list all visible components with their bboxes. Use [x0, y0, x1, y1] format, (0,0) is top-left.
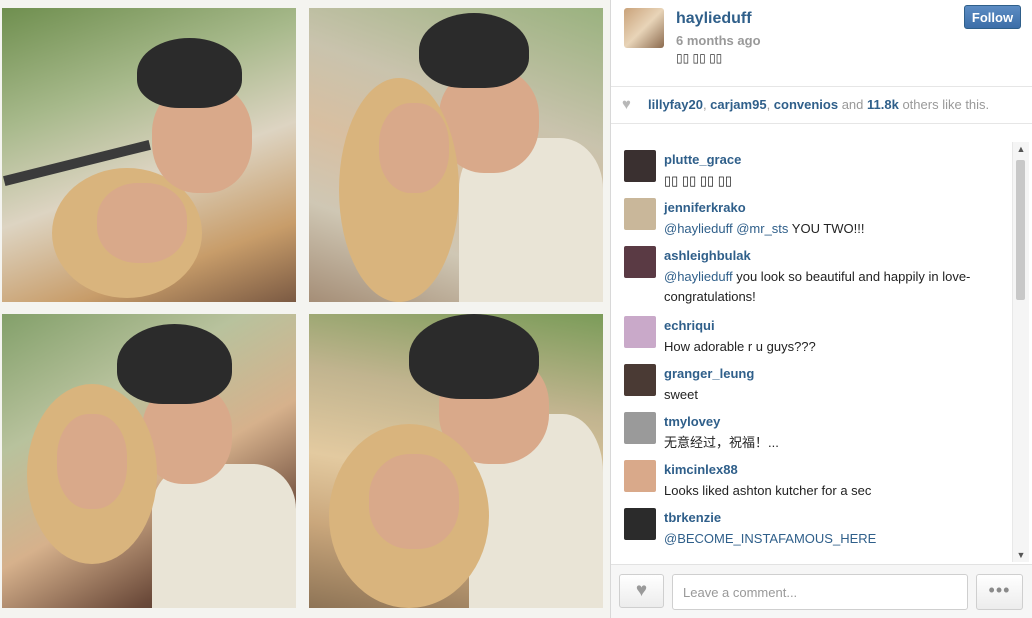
comment-item: tmylovey 无意经过，祝福！...	[611, 404, 1011, 452]
likes-count[interactable]: 11.8k	[867, 97, 899, 112]
scroll-up-arrow[interactable]: ▲	[1013, 144, 1029, 154]
post-caption: ▯▯ ▯▯ ▯▯	[676, 51, 723, 65]
commenter-avatar[interactable]	[624, 412, 656, 444]
man-cap	[419, 13, 529, 88]
comment-text: ▯▯ ▯▯ ▯▯ ▯▯	[664, 173, 733, 188]
woman-face	[379, 103, 449, 193]
woman-face	[57, 414, 127, 509]
post-timestamp: 6 months ago	[676, 33, 761, 48]
comment-item: ashleighbulak @haylieduff you look so be…	[611, 238, 1011, 308]
heart-icon: ♥	[622, 96, 631, 113]
comment-text: Looks liked ashton kutcher for a sec	[664, 483, 872, 498]
heart-icon: ♥	[635, 580, 648, 601]
likes-row: ♥ lillyfay20, carjam95, convenios and 11…	[611, 86, 1032, 124]
man-cap	[117, 324, 232, 404]
owner-avatar[interactable]	[624, 8, 664, 48]
more-dots-icon: •••	[988, 580, 1011, 600]
commenter-username[interactable]: echriqui	[664, 318, 715, 333]
photo-tile-4	[309, 314, 603, 608]
man-shirt	[152, 464, 296, 608]
comment-item: granger_leung sweet	[611, 356, 1011, 404]
comment-text: sweet	[664, 387, 698, 402]
likes-connector: and	[838, 97, 868, 112]
comment-item: jenniferkrako @haylieduff @mr_sts YOU TW…	[611, 190, 1011, 238]
commenter-username[interactable]: granger_leung	[664, 366, 754, 381]
mention-link[interactable]: @haylieduff @mr_sts	[664, 221, 788, 236]
man-cap	[409, 314, 539, 399]
commenter-avatar[interactable]	[624, 198, 656, 230]
liker-link[interactable]: carjam95	[710, 97, 766, 112]
commenter-username[interactable]: kimcinlex88	[664, 462, 738, 477]
post-sidebar: haylieduff 6 months ago ▯▯ ▯▯ ▯▯ Follow …	[611, 0, 1032, 618]
follow-button[interactable]: Follow	[964, 5, 1021, 29]
likes-suffix: others like this.	[898, 97, 990, 112]
comment-body: YOU TWO!!!	[788, 221, 865, 236]
liker-link[interactable]: convenios	[774, 97, 838, 112]
woman-face	[369, 454, 459, 549]
post-header: haylieduff 6 months ago ▯▯ ▯▯ ▯▯ Follow	[611, 0, 1032, 86]
more-options-button[interactable]: •••	[976, 574, 1023, 610]
photo-tile-1	[2, 8, 296, 302]
liker-link[interactable]: lillyfay20	[648, 97, 703, 112]
commenter-username[interactable]: tmylovey	[664, 414, 720, 429]
comments-list[interactable]: plutte_grace ▯▯ ▯▯ ▯▯ ▯▯ jenniferkrako @…	[611, 142, 1011, 562]
commenter-avatar[interactable]	[624, 508, 656, 540]
comment-text: @haylieduff @mr_sts YOU TWO!!!	[664, 219, 1004, 239]
commenter-avatar[interactable]	[624, 460, 656, 492]
commenter-avatar[interactable]	[624, 150, 656, 182]
man-cap	[137, 38, 242, 108]
likes-summary: lillyfay20, carjam95, convenios and 11.8…	[648, 97, 989, 112]
owner-username[interactable]: haylieduff	[676, 10, 752, 28]
like-button[interactable]: ♥	[619, 574, 664, 608]
photo-tile-3	[2, 314, 296, 608]
mention-link[interactable]: @haylieduff	[664, 269, 733, 284]
comment-item: tbrkenzie @BECOME_INSTAFAMOUS_HERE	[611, 500, 1011, 548]
commenter-avatar[interactable]	[624, 316, 656, 348]
commenter-username[interactable]: plutte_grace	[664, 152, 741, 167]
post-photo[interactable]	[0, 0, 610, 618]
scroll-thumb[interactable]	[1016, 160, 1025, 300]
likes-separator: ,	[766, 97, 774, 112]
commenter-username[interactable]: tbrkenzie	[664, 510, 721, 525]
scroll-down-arrow[interactable]: ▼	[1013, 550, 1029, 560]
comment-text: @haylieduff you look so beautiful and ha…	[664, 267, 1004, 307]
comment-text: 无意经过，祝福！...	[664, 435, 779, 450]
comment-text: How adorable r u guys???	[664, 339, 816, 354]
comment-footer: ♥ •••	[611, 564, 1032, 618]
commenter-avatar[interactable]	[624, 364, 656, 396]
woman-face	[97, 183, 187, 263]
mention-link[interactable]: @BECOME_INSTAFAMOUS_HERE	[664, 531, 876, 546]
commenter-username[interactable]: ashleighbulak	[664, 248, 751, 263]
commenter-avatar[interactable]	[624, 246, 656, 278]
commenter-username[interactable]: jenniferkrako	[664, 200, 746, 215]
comment-item: echriqui How adorable r u guys???	[611, 308, 1011, 356]
comment-item: kimcinlex88 Looks liked ashton kutcher f…	[611, 452, 1011, 500]
comment-item: plutte_grace ▯▯ ▯▯ ▯▯ ▯▯	[611, 142, 1011, 190]
comments-scrollbar[interactable]: ▲ ▼	[1012, 142, 1029, 562]
photo-tile-2	[309, 8, 603, 302]
comment-input[interactable]	[672, 574, 968, 610]
comment-text: @BECOME_INSTAFAMOUS_HERE	[664, 529, 1004, 549]
